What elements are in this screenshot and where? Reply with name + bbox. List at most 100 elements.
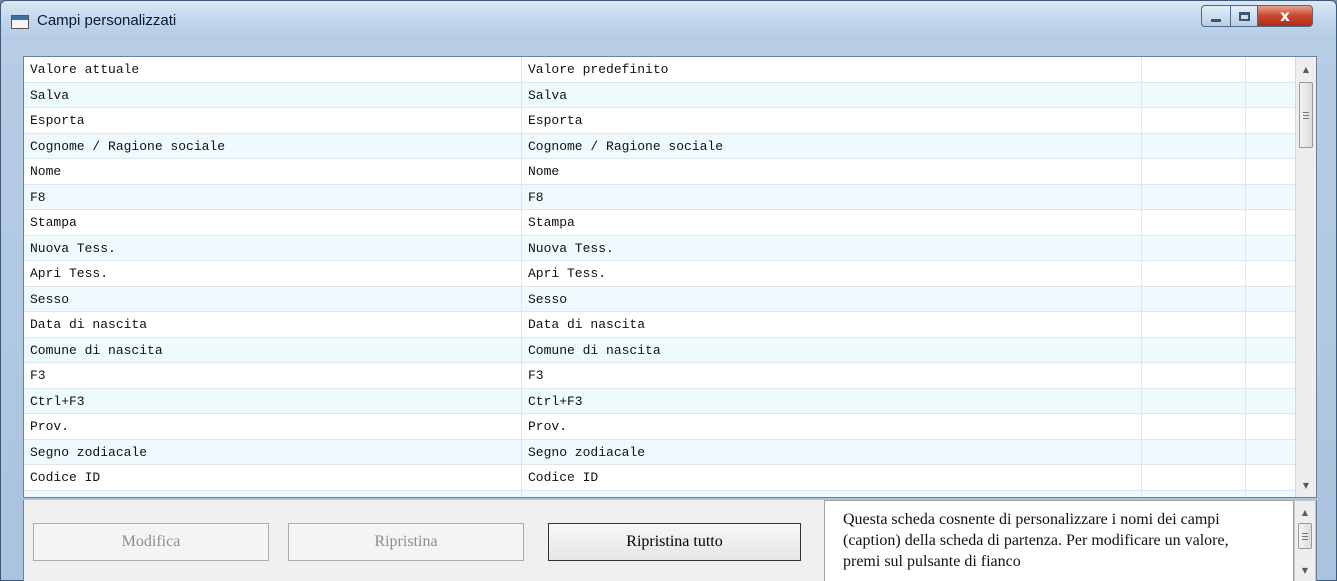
column-header-empty bbox=[1142, 57, 1246, 82]
empty-cell bbox=[1246, 389, 1297, 414]
empty-cell bbox=[1142, 337, 1246, 362]
empty-cell bbox=[1246, 108, 1297, 133]
table-row[interactable]: Stampa Stampa bbox=[24, 210, 1297, 236]
default-value-cell[interactable]: Comune di nascita bbox=[522, 337, 1142, 362]
default-value-cell[interactable]: Segno zodiacale bbox=[522, 439, 1142, 464]
empty-cell bbox=[1142, 82, 1246, 107]
empty-cell bbox=[1246, 312, 1297, 337]
table-row[interactable]: Apri Tess. Apri Tess. bbox=[24, 261, 1297, 287]
current-value-cell[interactable]: Salva bbox=[24, 82, 522, 107]
table-row[interactable]: Nuova Tess. Nuova Tess. bbox=[24, 235, 1297, 261]
table-row[interactable]: F8 F8 bbox=[24, 184, 1297, 210]
table-row[interactable]: Cognome / Ragione sociale Cognome / Ragio… bbox=[24, 133, 1297, 159]
empty-cell bbox=[1142, 414, 1246, 439]
empty-cell bbox=[1142, 490, 1246, 497]
scroll-thumb[interactable] bbox=[1298, 523, 1312, 549]
empty-cell bbox=[1246, 287, 1297, 312]
empty-cell bbox=[1142, 235, 1246, 260]
empty-cell bbox=[1246, 83, 1297, 108]
window-app-icon bbox=[11, 15, 29, 29]
default-value-cell[interactable]: Sesso bbox=[522, 286, 1142, 311]
empty-cell bbox=[1142, 159, 1246, 184]
table-row[interactable]: Data di nascita Data di nascita bbox=[24, 312, 1297, 338]
default-value-cell[interactable]: Stampa bbox=[522, 210, 1142, 235]
current-value-cell[interactable]: Prov. bbox=[24, 414, 522, 439]
empty-cell bbox=[1142, 363, 1246, 388]
grid-vertical-scrollbar[interactable]: ▲ ▼ bbox=[1295, 57, 1316, 497]
empty-cell bbox=[1246, 210, 1297, 235]
empty-cell bbox=[1142, 465, 1246, 490]
empty-cell bbox=[1246, 236, 1297, 261]
grip-icon bbox=[1302, 532, 1308, 540]
current-value-cell[interactable]: Data di nascita bbox=[24, 312, 522, 337]
column-header-current-value[interactable]: Valore attuale bbox=[24, 57, 522, 82]
current-value-cell[interactable]: Ctrl+F3 bbox=[24, 388, 522, 413]
current-value-cell[interactable]: Sesso bbox=[24, 286, 522, 311]
column-header-default-value[interactable]: Valore predefinito bbox=[522, 57, 1142, 82]
default-value-cell[interactable]: Nuova Tess. bbox=[522, 235, 1142, 260]
table-row[interactable]: Sesso Sesso bbox=[24, 286, 1297, 312]
ripristina-tutto-button[interactable]: Ripristina tutto bbox=[548, 523, 801, 561]
empty-cell bbox=[1142, 108, 1246, 133]
current-value-cell[interactable]: F3 bbox=[24, 363, 522, 388]
empty-cell bbox=[1142, 388, 1246, 413]
current-value-cell[interactable]: Segno zodiacale bbox=[24, 439, 522, 464]
table-row[interactable]: Ctrl+F3 Ctrl+F3 bbox=[24, 388, 1297, 414]
dialog-window: Campi personalizzati x Valore attuale Va… bbox=[0, 0, 1337, 581]
current-value-cell[interactable]: Comune di nascita bbox=[24, 337, 522, 362]
default-value-cell[interactable]: Codice ID bbox=[522, 465, 1142, 490]
table-row[interactable]: F3 F3 bbox=[24, 363, 1297, 389]
table-row[interactable]: Codice FiscaleCodice Fiscale bbox=[24, 490, 1297, 497]
current-value-cell[interactable]: Stampa bbox=[24, 210, 522, 235]
scroll-down-arrow-icon[interactable]: ▼ bbox=[1296, 475, 1316, 495]
captions-grid[interactable]: Valore attuale Valore predefinito Salva S… bbox=[23, 56, 1317, 498]
scroll-up-arrow-icon[interactable]: ▲ bbox=[1296, 59, 1316, 79]
default-value-cell[interactable]: Nome bbox=[522, 159, 1142, 184]
table-row[interactable]: Codice ID Codice ID bbox=[24, 465, 1297, 491]
empty-cell bbox=[1246, 185, 1297, 210]
table-row[interactable]: Prov. Prov. bbox=[24, 414, 1297, 440]
default-value-cell[interactable]: Ctrl+F3 bbox=[522, 388, 1142, 413]
default-value-cell[interactable]: Data di nascita bbox=[522, 312, 1142, 337]
table-row[interactable]: Esporta Esporta bbox=[24, 108, 1297, 134]
empty-cell bbox=[1246, 338, 1297, 363]
minimize-button[interactable] bbox=[1201, 5, 1231, 27]
current-value-cell[interactable]: F8 bbox=[24, 184, 522, 209]
scroll-up-arrow-icon[interactable]: ▲ bbox=[1295, 502, 1315, 522]
scroll-thumb[interactable] bbox=[1299, 82, 1313, 148]
close-button[interactable]: x bbox=[1257, 5, 1313, 27]
table-row[interactable]: Comune di nascita Comune di nascita bbox=[24, 337, 1297, 363]
current-value-cell[interactable]: Esporta bbox=[24, 108, 522, 133]
empty-cell bbox=[1142, 133, 1246, 158]
scroll-down-arrow-icon[interactable]: ▼ bbox=[1295, 560, 1315, 580]
current-value-cell[interactable]: Codice ID bbox=[24, 465, 522, 490]
modifica-button[interactable]: Modifica bbox=[33, 523, 269, 561]
default-value-cell[interactable]: Codice Fiscale bbox=[522, 490, 1142, 497]
table-row[interactable]: Segno zodiacale Segno zodiacale bbox=[24, 439, 1297, 465]
current-value-cell[interactable]: Codice Fiscale bbox=[24, 490, 522, 497]
maximize-button[interactable] bbox=[1230, 5, 1258, 27]
default-value-cell[interactable]: Prov. bbox=[522, 414, 1142, 439]
description-scrollbar[interactable]: ▲ ▼ bbox=[1294, 500, 1316, 581]
table-row[interactable]: Nome Nome bbox=[24, 159, 1297, 185]
empty-cell bbox=[1142, 184, 1246, 209]
default-value-cell[interactable]: F8 bbox=[522, 184, 1142, 209]
grip-icon bbox=[1303, 111, 1309, 119]
default-value-cell[interactable]: Apri Tess. bbox=[522, 261, 1142, 286]
current-value-cell[interactable]: Nuova Tess. bbox=[24, 235, 522, 260]
current-value-cell[interactable]: Apri Tess. bbox=[24, 261, 522, 286]
column-header-empty bbox=[1246, 57, 1297, 82]
default-value-cell[interactable]: F3 bbox=[522, 363, 1142, 388]
default-value-cell[interactable]: Esporta bbox=[522, 108, 1142, 133]
ripristina-button[interactable]: Ripristina bbox=[288, 523, 524, 561]
window-title: Campi personalizzati bbox=[37, 12, 177, 29]
default-value-cell[interactable]: Salva bbox=[522, 82, 1142, 107]
description-textbox[interactable]: Questa scheda cosnente di personalizzare… bbox=[824, 500, 1294, 581]
empty-cell bbox=[1246, 363, 1297, 388]
current-value-cell[interactable]: Nome bbox=[24, 159, 522, 184]
table-row[interactable]: Salva Salva bbox=[24, 82, 1297, 108]
empty-cell bbox=[1246, 440, 1297, 465]
title-bar[interactable]: Campi personalizzati x bbox=[1, 1, 1336, 41]
default-value-cell[interactable]: Cognome / Ragione sociale bbox=[522, 133, 1142, 158]
current-value-cell[interactable]: Cognome / Ragione sociale bbox=[24, 133, 522, 158]
